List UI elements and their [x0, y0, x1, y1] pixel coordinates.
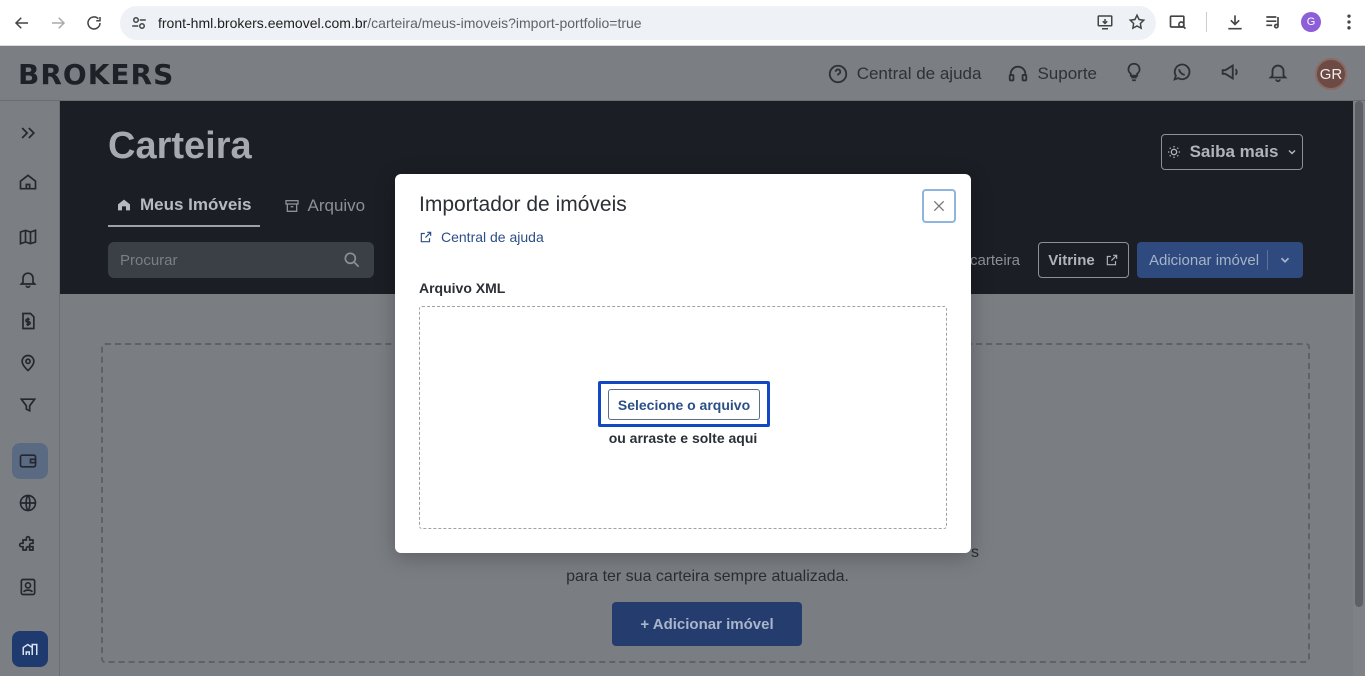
- external-link-icon: [420, 231, 432, 243]
- help-center-link[interactable]: Central de ajuda: [827, 63, 982, 85]
- page-title: Carteira: [108, 125, 252, 167]
- tab-search-icon[interactable]: [1168, 12, 1188, 32]
- location-pin-icon[interactable]: [18, 353, 42, 377]
- whatsapp-icon[interactable]: [1171, 61, 1193, 88]
- document-dollar-icon[interactable]: [18, 311, 42, 335]
- megaphone-icon[interactable]: [1219, 61, 1241, 88]
- scrollbar-thumb[interactable]: [1355, 101, 1363, 607]
- external-link-icon: [1106, 254, 1117, 266]
- building-icon: [22, 643, 38, 655]
- share-carteira-text[interactable]: carteira: [970, 252, 1020, 269]
- wallet-icon[interactable]: [18, 451, 42, 475]
- back-icon[interactable]: [4, 5, 40, 41]
- support-link[interactable]: Suporte: [1007, 63, 1097, 85]
- brokers-logo[interactable]: BROKERS: [18, 58, 174, 91]
- company-button[interactable]: [12, 631, 48, 667]
- add-property-label: Adicionar imóvel: [1149, 251, 1260, 269]
- focus-ring: Selecione o arquivo: [598, 381, 770, 427]
- toolbar-divider: [1206, 12, 1207, 32]
- expand-sidebar-icon[interactable]: [18, 123, 42, 147]
- profile-card-icon[interactable]: [18, 577, 42, 601]
- search-input[interactable]: [120, 251, 320, 269]
- address-bar[interactable]: front-hml.brokers.eemovel.com.br/carteir…: [120, 6, 1156, 40]
- browser-menu-icon[interactable]: [1339, 12, 1359, 32]
- add-property-dropdown[interactable]: [1268, 253, 1302, 267]
- forward-icon[interactable]: [40, 5, 76, 41]
- app-header: BROKERS Central de ajuda Suporte GR: [0, 47, 1365, 101]
- tab-meus-imoveis-label: Meus Imóveis: [140, 195, 252, 214]
- archive-icon: [284, 200, 299, 212]
- help-center-label: Central de ajuda: [856, 64, 982, 83]
- globe-icon[interactable]: [18, 493, 42, 517]
- chevron-down-icon: [1288, 149, 1296, 155]
- close-button[interactable]: [922, 189, 956, 223]
- page-scrollbar[interactable]: [1353, 101, 1365, 676]
- house-icon: [118, 199, 130, 211]
- select-file-button[interactable]: Selecione o arquivo: [608, 389, 760, 420]
- downloads-icon[interactable]: [1225, 12, 1245, 32]
- map-icon[interactable]: [18, 227, 42, 251]
- add-property-button[interactable]: Adicionar imóvel: [1137, 242, 1303, 278]
- close-icon: [933, 200, 945, 212]
- alerts-bell-icon[interactable]: [18, 269, 42, 293]
- url-text: front-hml.brokers.eemovel.com.br/carteir…: [158, 15, 642, 31]
- tab-arquivo[interactable]: Arquivo: [284, 195, 366, 227]
- chevron-down-icon: [1280, 257, 1290, 263]
- profile-avatar[interactable]: G: [1301, 12, 1321, 32]
- import-modal: Importador de imóveis Central de ajuda A…: [395, 174, 971, 553]
- search-icon[interactable]: [342, 250, 362, 270]
- install-app-icon[interactable]: [1096, 13, 1114, 31]
- user-avatar[interactable]: GR: [1315, 58, 1347, 90]
- modal-title: Importador de imóveis: [419, 193, 627, 216]
- modal-help-link[interactable]: Central de ajuda: [419, 229, 544, 245]
- saiba-mais-label: Saiba mais: [1189, 142, 1279, 161]
- xml-dropzone[interactable]: Selecione o arquivo ou arraste e solte a…: [419, 306, 947, 529]
- vitrine-label: Vitrine: [1048, 251, 1095, 269]
- sidebar: [0, 101, 60, 676]
- notifications-bell-icon[interactable]: [1267, 61, 1289, 88]
- drop-hint: ou arraste e solte aqui: [608, 430, 758, 446]
- media-controls-icon[interactable]: [1263, 12, 1283, 32]
- home-icon[interactable]: [18, 172, 42, 196]
- site-settings-icon[interactable]: [130, 14, 148, 32]
- bookmark-star-icon[interactable]: [1128, 13, 1146, 31]
- tab-arquivo-label: Arquivo: [307, 196, 366, 215]
- filter-icon[interactable]: [18, 395, 42, 419]
- reload-icon[interactable]: [76, 5, 112, 41]
- browser-toolbar: front-hml.brokers.eemovel.com.br/carteir…: [0, 0, 1365, 46]
- modal-help-label: Central de ajuda: [441, 229, 544, 245]
- xml-field-label: Arquivo XML: [419, 280, 506, 296]
- tab-meus-imoveis[interactable]: Meus Imóveis: [108, 195, 260, 227]
- page-tabs: Meus Imóveis Arquivo: [108, 195, 365, 227]
- headset-icon: [1009, 65, 1028, 82]
- search-box[interactable]: [108, 242, 374, 278]
- lightbulb-icon[interactable]: [1123, 61, 1145, 88]
- help-circle-icon: [828, 64, 847, 84]
- empty-add-property-button[interactable]: + Adicionar imóvel: [612, 602, 802, 646]
- vitrine-button[interactable]: Vitrine: [1038, 242, 1129, 278]
- saiba-mais-button[interactable]: Saiba mais: [1161, 134, 1303, 170]
- support-label: Suporte: [1037, 64, 1097, 83]
- puzzle-icon[interactable]: [18, 535, 42, 559]
- empty-state-line2: para ter sua carteira sempre atualizada.: [566, 568, 849, 585]
- lightbulb-outline-icon: [1167, 146, 1180, 158]
